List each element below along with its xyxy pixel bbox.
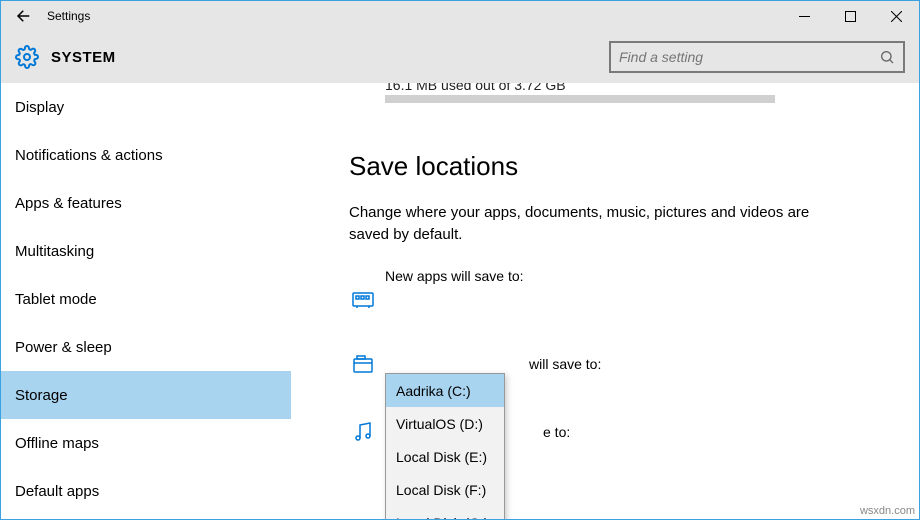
maximize-icon — [845, 11, 856, 22]
dropdown-option[interactable]: Local Disk (E:) — [386, 440, 504, 473]
sidebar-item-apps-features[interactable]: Apps & features — [1, 179, 291, 227]
gear-icon — [13, 43, 41, 71]
save-location-dropdown[interactable]: Aadrika (C:) VirtualOS (D:) Local Disk (… — [385, 373, 505, 519]
dropdown-option[interactable]: VirtualOS (D:) — [386, 407, 504, 440]
search-icon — [879, 49, 895, 65]
titlebar: Settings — [1, 1, 919, 31]
close-button[interactable] — [873, 1, 919, 31]
back-button[interactable] — [7, 1, 41, 31]
dropdown-option[interactable]: Local Disk (G:) — [386, 506, 504, 519]
sidebar-item-default-apps[interactable]: Default apps — [1, 467, 291, 515]
sidebar-item-offline-maps[interactable]: Offline maps — [1, 419, 291, 467]
sidebar-item-label: Multitasking — [15, 243, 94, 260]
save-apps-label: New apps will save to: — [385, 268, 919, 284]
save-music-partial: e to: — [543, 424, 570, 440]
save-documents-partial: will save to: — [529, 356, 601, 372]
watermark: wsxdn.com — [860, 505, 915, 517]
maximize-button[interactable] — [827, 1, 873, 31]
sidebar-item-display[interactable]: Display — [1, 83, 291, 131]
sidebar-item-power-sleep[interactable]: Power & sleep — [1, 323, 291, 371]
storage-usage-text: 16.1 MB used out of 3.72 GB — [385, 83, 879, 93]
sidebar-item-label: Display — [15, 99, 64, 116]
section-title: Save locations — [349, 151, 919, 182]
sidebar-item-storage[interactable]: Storage — [1, 371, 291, 419]
search-input[interactable] — [619, 49, 879, 65]
sidebar-item-label: Default apps — [15, 483, 99, 500]
music-icon — [349, 420, 377, 444]
sidebar-item-multitasking[interactable]: Multitasking — [1, 227, 291, 275]
arrow-left-icon — [15, 7, 33, 25]
section-description: Change where your apps, documents, music… — [349, 202, 849, 246]
sidebar-item-label: Power & sleep — [15, 339, 112, 356]
window-title: Settings — [41, 9, 90, 23]
documents-icon — [349, 352, 377, 376]
sidebar-item-notifications[interactable]: Notifications & actions — [1, 131, 291, 179]
sidebar-item-label: Notifications & actions — [15, 147, 163, 164]
search-box[interactable] — [609, 41, 905, 73]
minimize-button[interactable] — [781, 1, 827, 31]
close-icon — [891, 11, 902, 22]
sidebar-item-label: Storage — [15, 387, 68, 404]
main-content: 16.1 MB used out of 3.72 GB Save locatio… — [291, 83, 919, 519]
dropdown-option[interactable]: Aadrika (C:) — [386, 374, 504, 407]
sidebar-item-label: Tablet mode — [15, 291, 97, 308]
storage-usage-bar — [385, 95, 775, 103]
sidebar-item-label: Offline maps — [15, 435, 99, 452]
dropdown-option[interactable]: Local Disk (F:) — [386, 473, 504, 506]
sidebar: Display Notifications & actions Apps & f… — [1, 83, 291, 519]
sidebar-item-label: Apps & features — [15, 195, 122, 212]
header-category: SYSTEM — [51, 49, 116, 66]
sidebar-item-tablet-mode[interactable]: Tablet mode — [1, 275, 291, 323]
minimize-icon — [799, 11, 810, 22]
apps-icon — [349, 288, 377, 312]
header: SYSTEM — [1, 31, 919, 83]
